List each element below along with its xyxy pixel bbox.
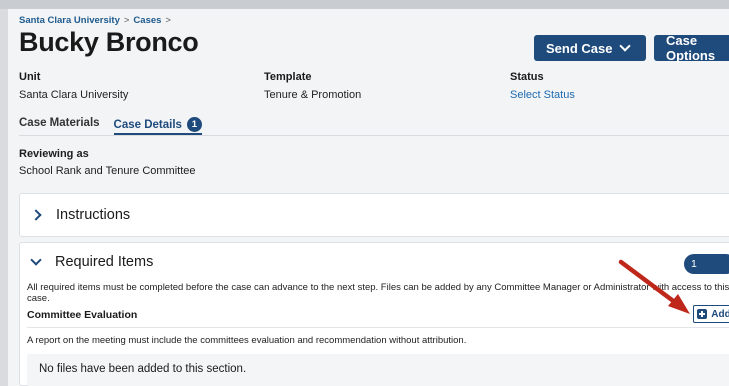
add-label: Add — [711, 308, 729, 320]
instructions-title: Instructions — [56, 207, 131, 223]
case-tabs: Case Materials Case Details 1 — [19, 113, 216, 135]
reviewing-as-value: School Rank and Tenure Committee — [19, 165, 196, 177]
tab-count-badge: 1 — [186, 117, 202, 132]
tabs-divider — [19, 135, 729, 136]
plus-square-icon — [697, 309, 708, 319]
select-status-link[interactable]: Select Status — [510, 89, 575, 101]
breadcrumb: Santa Clara University > Cases > — [19, 15, 175, 26]
no-files-message: No files have been added to this section… — [39, 363, 247, 375]
no-files-panel: No files have been added to this section… — [27, 354, 729, 386]
required-items-section: Required Items 1 missing All required it… — [19, 242, 729, 386]
breadcrumb-separator: > — [123, 15, 130, 26]
reviewing-as-label: Reviewing as — [19, 148, 89, 160]
unit-value: Santa Clara University — [19, 89, 129, 101]
committee-evaluation-label: Committee Evaluation — [27, 309, 138, 321]
required-items-description: All required items must be completed bef… — [27, 282, 729, 304]
tab-case-details[interactable]: Case Details 1 — [113, 113, 203, 135]
unit-label: Unit — [19, 71, 41, 83]
required-items-header[interactable]: Required Items — [30, 253, 154, 270]
chevron-down-icon — [619, 40, 632, 52]
tab-case-materials[interactable]: Case Materials — [19, 113, 100, 135]
send-case-button[interactable]: Send Case — [534, 35, 646, 61]
page-title: Bucky Bronco — [19, 27, 199, 57]
breadcrumb-cases-link[interactable]: Cases — [133, 15, 161, 26]
tab-case-materials-label: Case Materials — [19, 117, 100, 129]
committee-evaluation-divider — [27, 327, 729, 328]
status-label: Status — [510, 71, 544, 83]
breadcrumb-root-link[interactable]: Santa Clara University — [19, 15, 120, 26]
template-value: Tenure & Promotion — [264, 89, 362, 101]
case-options-label: Case Options — [666, 33, 716, 63]
required-items-title: Required Items — [55, 254, 154, 270]
add-committee-evaluation-button[interactable]: Add — [693, 305, 729, 323]
send-case-label: Send Case — [546, 40, 613, 56]
committee-evaluation-description: A report on the meeting must include the… — [27, 335, 467, 346]
browser-top-strip — [0, 0, 729, 9]
chevron-down-icon — [30, 253, 42, 266]
missing-count-badge: 1 missing — [684, 254, 729, 290]
case-options-button[interactable]: Case Options — [654, 33, 729, 63]
instructions-header[interactable]: Instructions — [30, 207, 131, 223]
breadcrumb-separator: > — [165, 15, 171, 26]
template-label: Template — [264, 71, 312, 83]
instructions-section[interactable]: Instructions — [19, 193, 729, 237]
case-page: Santa Clara University > Cases > Bucky Bron… — [0, 9, 729, 386]
tab-case-details-label: Case Details — [113, 119, 182, 131]
chevron-right-icon — [30, 209, 42, 221]
